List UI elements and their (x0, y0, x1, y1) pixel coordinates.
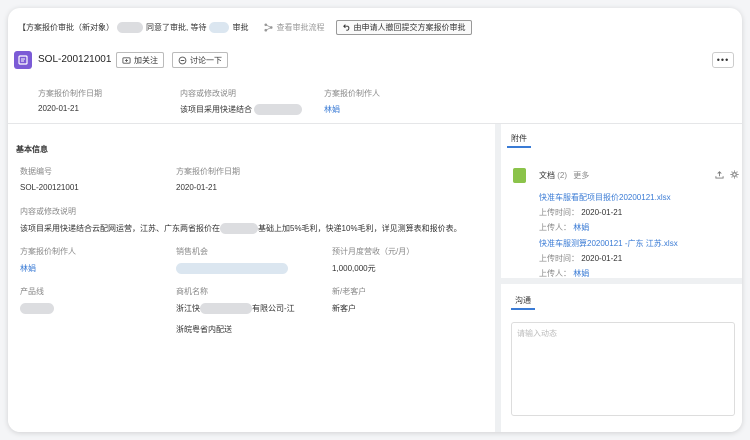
undo-icon (343, 24, 350, 31)
upload-time-value: 2020-01-21 (581, 254, 623, 263)
field-number-value: SOL-200121001 (20, 183, 79, 192)
field-revenue: 预计月度营收（元/月） 1,000,000元 (332, 246, 414, 274)
field-product: 产品线 (20, 286, 54, 314)
summary-date-value: 2020-01-21 (38, 104, 79, 113)
comment-input[interactable]: 请输入动态 (511, 322, 735, 416)
field-date-value: 2020-01-21 (176, 183, 217, 192)
field-maker-value[interactable]: 林娟 (20, 264, 36, 273)
tab-attachments[interactable]: 附件 (507, 130, 531, 148)
redacted-text (20, 303, 54, 314)
field-desc-part1: 该项目采用快递结合云配网运营，江苏、广东两省报价在 (20, 224, 220, 233)
uploader-label: 上传人： (539, 223, 571, 232)
summary-date-label: 方案报价制作日期 (38, 89, 102, 98)
app-window: 【方案报价审批（新对象） 同意了审批, 等待 审批 查看审批流程 由申请人撤回提… (8, 8, 742, 432)
field-merchant-label: 商机名称 (176, 287, 208, 296)
field-customer: 新/老客户 新客户 (332, 286, 366, 314)
field-maker-label: 方案报价制作人 (20, 247, 76, 256)
uploader-label: 上传人： (539, 269, 571, 278)
field-merchant-line2: 浙皖粤省内配送 (176, 325, 232, 335)
field-customer-value: 新客户 (332, 304, 356, 313)
upload-time-label: 上传时间： (539, 208, 579, 217)
attachment-item: 快准车服测算20200121 -广东 江苏.xlsx 上传时间： 2020-01… (539, 238, 678, 279)
basic-info-heading: 基本信息 (16, 145, 48, 154)
tab-communicate[interactable]: 沟通 (511, 292, 535, 310)
field-description: 内容或修改说明 该项目采用快递结合云配网运营，江苏、广东两省报价在 基础上加5%毛… (20, 206, 490, 235)
approval-banner: 【方案报价审批（新对象） 同意了审批, 等待 审批 查看审批流程 由申请人撤回提… (8, 16, 742, 38)
field-date: 方案报价制作日期 2020-01-21 (176, 166, 240, 192)
docs-header: 文档 (2) 更多 (539, 170, 589, 181)
follow-icon (122, 56, 131, 64)
docs-label: 文档 (539, 171, 555, 180)
chat-icon (178, 56, 187, 64)
record-type-icon (14, 51, 32, 69)
uploader-value[interactable]: 林娟 (573, 223, 589, 232)
summary-date: 方案报价制作日期 2020-01-21 (38, 88, 102, 113)
upload-time-label: 上传时间： (539, 254, 579, 263)
summary-maker-label: 方案报价制作人 (324, 89, 380, 98)
summary-desc: 内容或修改说明 该项目采用快递结合 (180, 88, 302, 116)
uploader-value[interactable]: 林娟 (573, 269, 589, 278)
attachments-panel: 附件 文档 (2) 更多 快准车服看配项目报价20200121.xlsx 上传时… (501, 130, 742, 278)
banner-prefix: 【方案报价审批（新对象） (18, 22, 114, 32)
attachment-link[interactable]: 快准车服看配项目报价20200121.xlsx (539, 193, 671, 202)
docs-more-link[interactable]: 更多 (573, 171, 589, 180)
follow-button[interactable]: 加关注 (116, 52, 164, 68)
attachment-item: 快准车服看配项目报价20200121.xlsx 上传时间： 2020-01-21… (539, 192, 671, 233)
withdraw-label: 由申请人撤回提交方案报价审批 (353, 22, 466, 32)
record-title: SOL-200121001 (38, 54, 112, 65)
summary-maker: 方案报价制作人 林娟 (324, 88, 380, 115)
redacted-text (220, 223, 258, 235)
document-icon (513, 168, 526, 183)
summary-desc-label: 内容或修改说明 (180, 89, 236, 98)
field-revenue-value: 1,000,000元 (332, 264, 376, 273)
redacted-link[interactable] (176, 263, 288, 274)
withdraw-button[interactable]: 由申请人撤回提交方案报价审批 (336, 19, 473, 35)
basic-info-panel: 基本信息 数据编号 SOL-200121001 方案报价制作日期 2020-01… (8, 130, 495, 432)
upload-icon[interactable] (715, 170, 724, 179)
redacted-name (117, 21, 143, 33)
field-opportunity: 销售机会 (176, 246, 288, 274)
field-merchant: 商机名称 浙江快 有限公司-江 浙皖粤省内配送 (176, 286, 295, 335)
summary-maker-value[interactable]: 林娟 (324, 105, 340, 114)
field-desc-label: 内容或修改说明 (20, 207, 76, 216)
docs-count: (2) (557, 171, 568, 180)
summary-desc-value: 该项目采用快递结合 (180, 105, 252, 114)
discuss-button[interactable]: 讨论一下 (172, 52, 228, 68)
more-actions-button[interactable]: ••• (712, 52, 734, 68)
attachment-link[interactable]: 快准车服测算20200121 -广东 江苏.xlsx (539, 239, 678, 248)
redacted-text (254, 104, 302, 116)
field-number-label: 数据编号 (20, 167, 52, 176)
flow-icon (264, 22, 274, 32)
docs-tools (709, 170, 739, 179)
field-product-label: 产品线 (20, 287, 44, 296)
discuss-label: 讨论一下 (190, 55, 222, 65)
field-desc-part2: 基础上加5%毛利，快递10%毛利，详见测算表和报价表。 (258, 224, 462, 233)
communicate-panel: 沟通 请输入动态 (501, 284, 742, 432)
field-merchant-part1: 浙江快 (176, 304, 200, 313)
field-opportunity-label: 销售机会 (176, 247, 208, 256)
banner-mid1: 同意了审批, 等待 (146, 22, 207, 32)
banner-mid2: 审批 (232, 22, 249, 32)
field-revenue-label: 预计月度营收（元/月） (332, 247, 415, 256)
view-flow-link[interactable]: 查看审批流程 (264, 22, 324, 33)
upload-time-value: 2020-01-21 (581, 208, 623, 217)
field-maker: 方案报价制作人 林娟 (20, 246, 76, 274)
field-customer-label: 新/老客户 (332, 287, 367, 296)
redacted-text (200, 303, 252, 315)
field-date-label: 方案报价制作日期 (176, 167, 240, 176)
redacted-name (209, 21, 230, 33)
gear-icon[interactable] (730, 170, 739, 179)
follow-label: 加关注 (134, 55, 158, 65)
field-number: 数据编号 SOL-200121001 (20, 166, 79, 192)
field-merchant-part2: 有限公司-江 (252, 304, 295, 313)
view-flow-label: 查看审批流程 (276, 22, 325, 32)
record-header: SOL-200121001 加关注 讨论一下 ••• 方案报价制作日期 2020… (8, 44, 742, 124)
